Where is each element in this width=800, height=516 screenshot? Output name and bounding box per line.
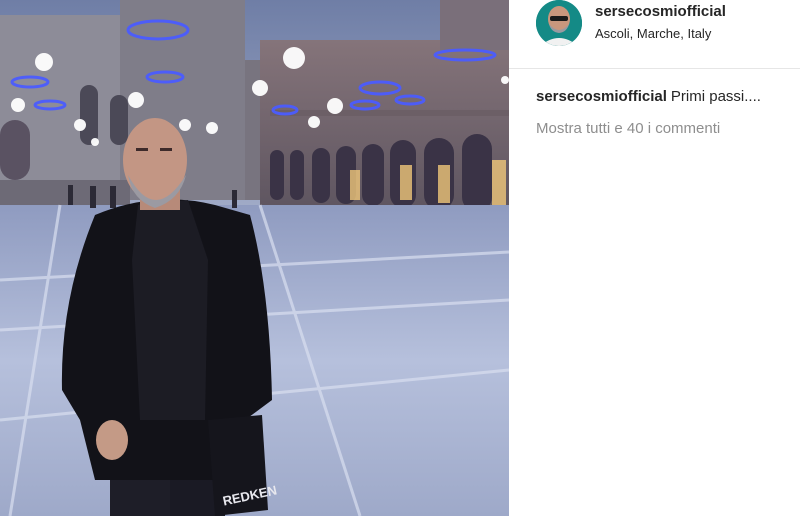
- caption-text: Primi passi....: [670, 88, 761, 105]
- view-all-comments-link[interactable]: Mostra tutti e 40 i commenti: [536, 120, 720, 137]
- post-location[interactable]: Ascoli, Marche, Italy: [595, 26, 711, 41]
- post-sidebar: sersecosmiofficial Ascoli, Marche, Italy…: [509, 0, 800, 516]
- caption-username[interactable]: sersecosmiofficial: [536, 88, 667, 105]
- post-photo[interactable]: REDKEN: [0, 0, 509, 516]
- post-caption: sersecosmiofficial Primi passi....: [536, 88, 761, 105]
- avatar[interactable]: [536, 0, 582, 46]
- post-header: sersecosmiofficial Ascoli, Marche, Italy: [509, 0, 800, 69]
- post-username[interactable]: sersecosmiofficial: [595, 3, 726, 20]
- avatar-image: [536, 0, 582, 46]
